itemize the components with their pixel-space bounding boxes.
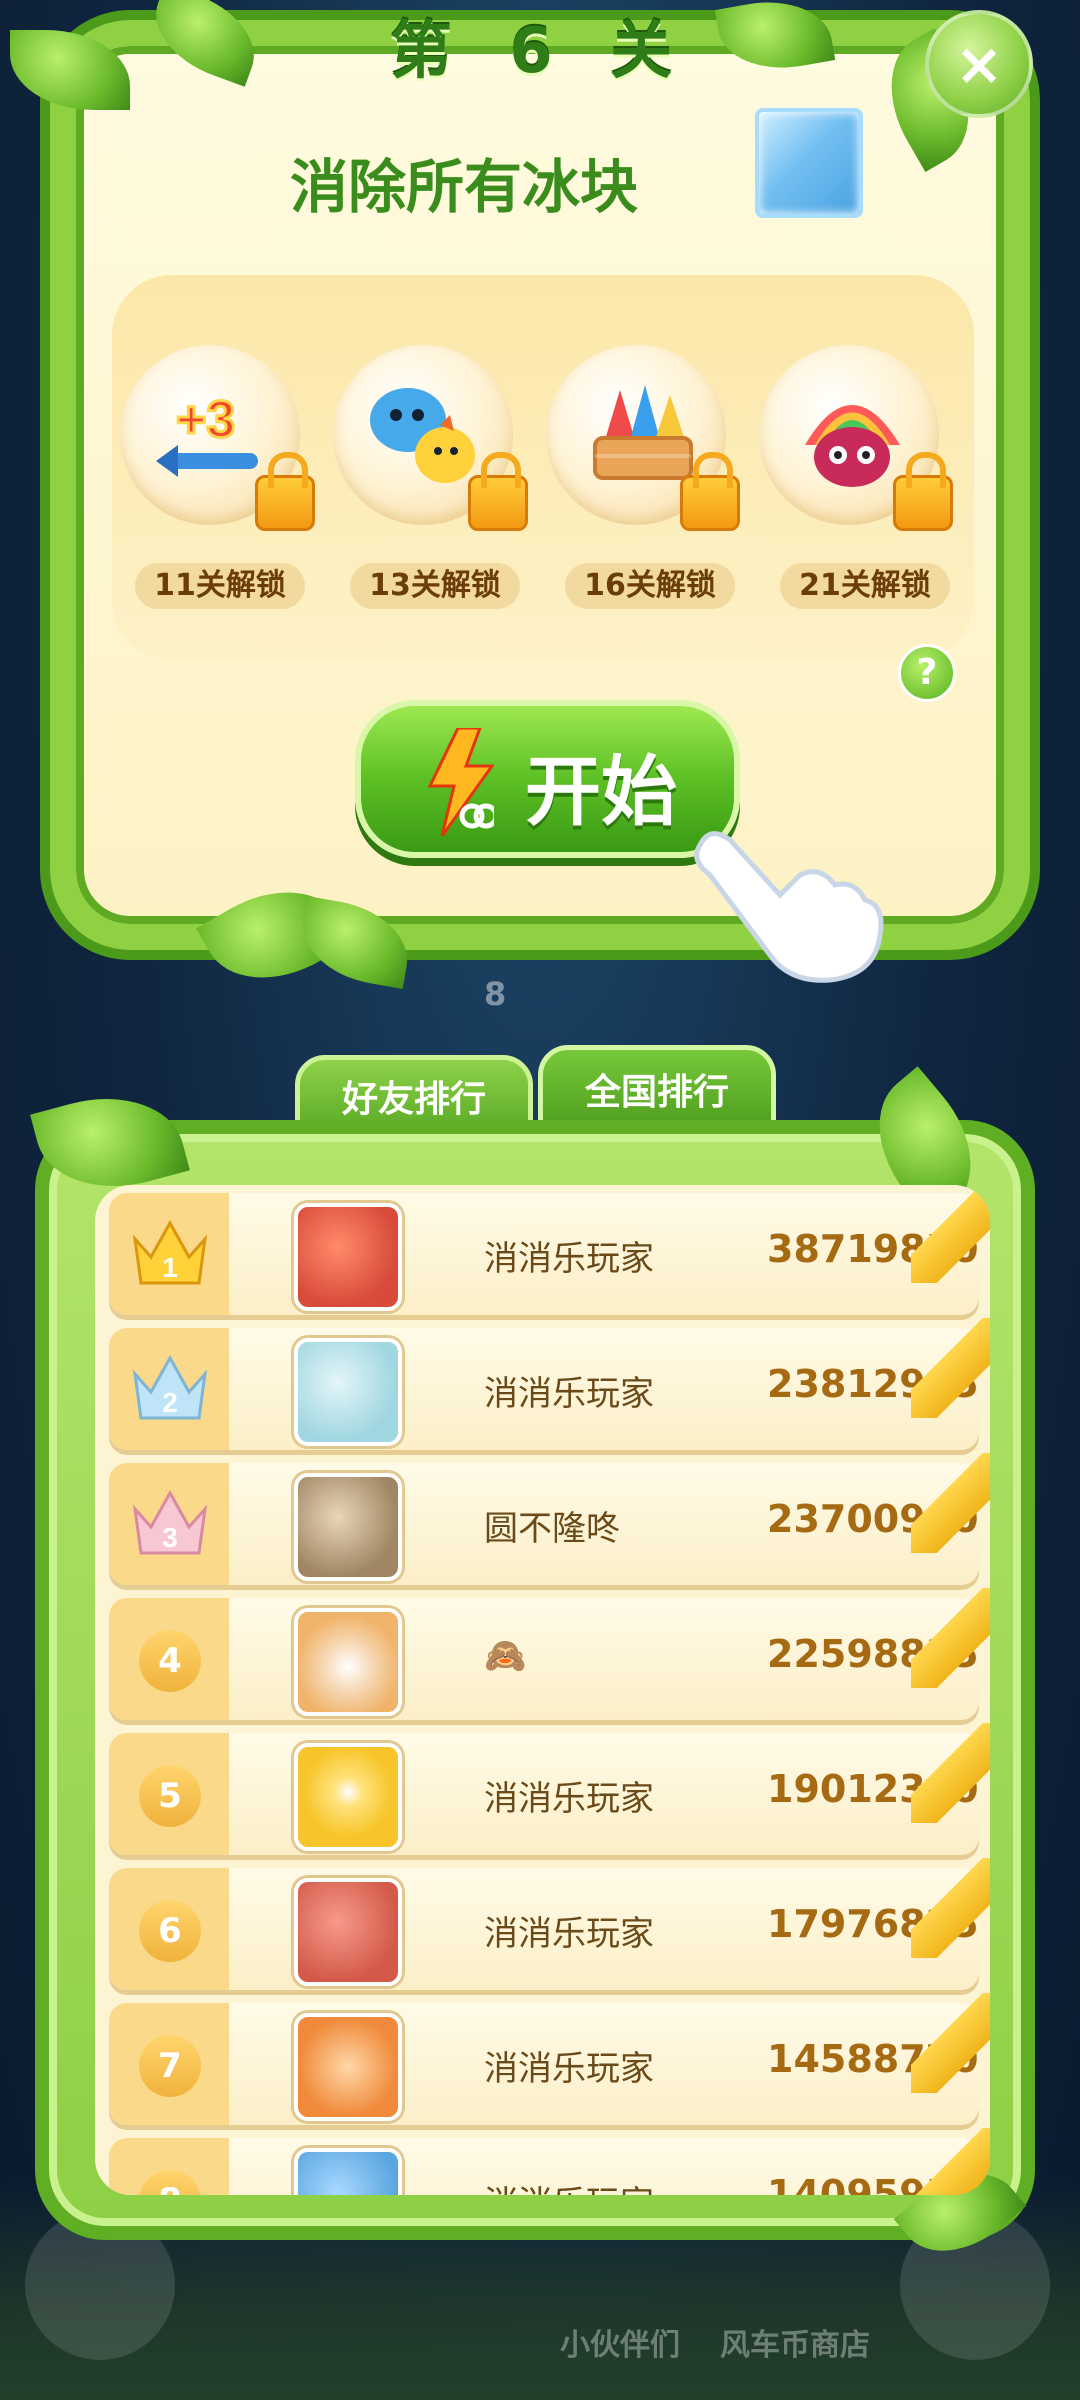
star-ribbon-icon <box>911 1185 990 1283</box>
lock-icon <box>468 452 528 531</box>
player-name: 消消乐玩家 <box>484 2176 654 2195</box>
player-name: 🙈 <box>484 1636 527 1676</box>
avatar[interactable] <box>294 1608 402 1716</box>
player-name: 消消乐玩家 <box>484 1779 654 1819</box>
rank-cell: 5 <box>109 1733 229 1855</box>
rank-number: 2 <box>162 1387 178 1418</box>
background-partners-label: 小伙伴们 <box>560 2328 680 2363</box>
leaderboard-row[interactable]: 1 消消乐玩家 38719850 <box>109 1185 990 1315</box>
rank-cell: 4 <box>109 1598 229 1720</box>
star-ribbon-icon <box>911 1453 990 1553</box>
level-title: 第 6 关 <box>389 14 691 87</box>
star-ribbon-icon <box>911 1318 990 1418</box>
rank-number: 6 <box>139 1900 201 1962</box>
star-ribbon-icon <box>911 2128 990 2195</box>
avatar[interactable] <box>294 1203 402 1311</box>
leaderboard-row[interactable]: 6 消消乐玩家 17976825 <box>109 1858 990 1990</box>
lock-icon <box>255 452 315 531</box>
rank-number: 4 <box>139 1630 201 1692</box>
leaderboard-row[interactable]: 2 消消乐玩家 23812995 <box>109 1318 990 1450</box>
leaderboard-row[interactable]: 4 🙈 22598835 <box>109 1588 990 1720</box>
star-ribbon-icon <box>911 1858 990 1958</box>
rank-number: 8 <box>139 2170 201 2195</box>
booster-4-unlock-label: 21关解锁 <box>780 563 950 609</box>
background-shop-label: 风车币商店 <box>720 2328 870 2363</box>
rank-number: 3 <box>162 1522 178 1553</box>
background-level-number: 8 <box>484 975 507 1013</box>
ice-block-icon <box>755 108 863 218</box>
lock-icon <box>893 452 953 531</box>
player-name: 消消乐玩家 <box>484 1914 654 1954</box>
star-ribbon-icon <box>911 1723 990 1823</box>
player-name: 圆不隆咚 <box>484 1509 620 1549</box>
svg-text:+3: +3 <box>176 391 235 449</box>
rank-cell: 7 <box>109 2003 229 2125</box>
player-name: 消消乐玩家 <box>484 1374 654 1414</box>
booster-1-unlock-label: 11关解锁 <box>135 563 305 609</box>
booster-3-unlock-label: 16关解锁 <box>565 563 735 609</box>
rank-cell: 2 <box>109 1328 229 1450</box>
lightning-energy-icon <box>428 728 494 836</box>
lock-icon <box>680 452 740 531</box>
leaderboard-row[interactable]: 5 消消乐玩家 19012340 <box>109 1723 990 1855</box>
close-button[interactable]: × <box>925 10 1033 118</box>
booster-2-unlock-label: 13关解锁 <box>350 563 520 609</box>
star-ribbon-icon <box>911 1993 990 2093</box>
help-button[interactable]: ? <box>898 644 956 702</box>
pointer-hand-icon <box>694 831 884 983</box>
leaderboard-row[interactable]: 8 消消乐玩家 14095950 <box>109 2128 990 2195</box>
player-name: 消消乐玩家 <box>484 1239 654 1279</box>
leaderboard-list[interactable]: 1 消消乐玩家 38719850 2 消消乐玩家 23812995 3 圆不隆咚 <box>95 1185 990 2195</box>
leaderboard-row[interactable]: 3 圆不隆咚 23700940 <box>109 1453 990 1585</box>
gold-crown-icon: 1 <box>132 1219 208 1285</box>
rank-cell: 1 <box>109 1193 229 1315</box>
avatar[interactable] <box>294 1338 402 1446</box>
rank-cell: 6 <box>109 1868 229 1990</box>
rank-cell: 3 <box>109 1463 229 1585</box>
avatar[interactable] <box>294 1878 402 1986</box>
rank-cell: 8 <box>109 2138 229 2195</box>
rank-number: 1 <box>162 1252 178 1283</box>
level-objective: 消除所有冰块 <box>290 153 639 221</box>
avatar[interactable] <box>294 2148 402 2195</box>
leaderboard-row[interactable]: 7 消消乐玩家 14588770 <box>109 1993 990 2125</box>
star-ribbon-icon <box>911 1588 990 1688</box>
start-button-label: 开始 <box>525 747 677 836</box>
rank-number: 5 <box>139 1765 201 1827</box>
rank-number: 7 <box>139 2035 201 2097</box>
avatar[interactable] <box>294 2013 402 2121</box>
player-name: 消消乐玩家 <box>484 2049 654 2089</box>
avatar[interactable] <box>294 1473 402 1581</box>
bronze-crown-icon: 3 <box>132 1489 208 1555</box>
avatar[interactable] <box>294 1743 402 1851</box>
silver-crown-icon: 2 <box>132 1354 208 1420</box>
